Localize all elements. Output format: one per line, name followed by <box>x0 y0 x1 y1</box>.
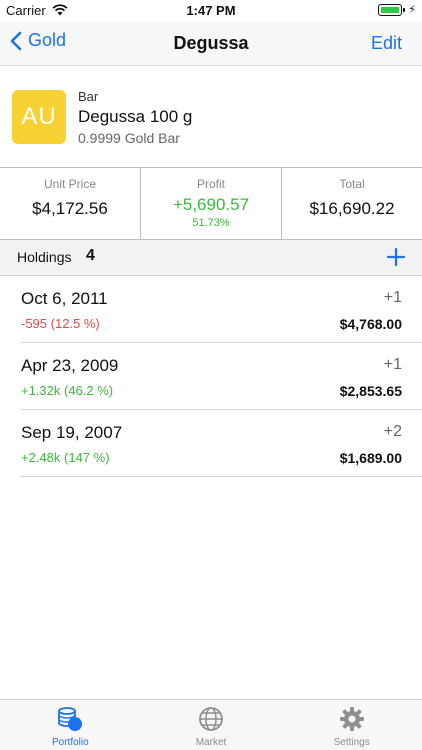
product-type: Bar <box>78 89 99 104</box>
tab-market-label: Market <box>195 737 227 748</box>
tab-portfolio[interactable]: Portfolio <box>0 700 141 750</box>
profit-percent: 51.73% <box>192 217 230 229</box>
unit-price-label: Unit Price <box>43 177 96 191</box>
holding-quantity: +2 <box>383 423 402 440</box>
holdings-header: Holdings 4 <box>0 240 422 276</box>
holding-change: +2.48k (147 %) <box>21 450 110 465</box>
total-value: $16,690.22 <box>309 199 395 218</box>
status-bar: Carrier 1:47 PM ⚡ <box>0 0 422 22</box>
profit-value: +5,690.57 <box>172 195 250 214</box>
edit-button[interactable]: Edit <box>371 33 402 54</box>
holdings-label: Holdings <box>17 249 72 265</box>
unit-price-cell: Unit Price $4,172.56 <box>0 168 140 239</box>
globe-icon <box>199 707 223 731</box>
tab-market[interactable]: Market <box>141 700 282 750</box>
holding-row[interactable]: Oct 6, 2011 -595 (12.5 %) +1 $4,768.00 <box>20 276 422 343</box>
holding-price: $2,853.65 <box>339 383 402 399</box>
gear-icon <box>339 707 364 731</box>
tab-settings-label: Settings <box>333 737 370 748</box>
holdings-count: 4 <box>86 247 95 264</box>
holding-price: $4,768.00 <box>339 316 402 332</box>
product-description: 0.9999 Gold Bar <box>78 130 180 146</box>
holding-date: Sep 19, 2007 <box>21 423 123 442</box>
metal-badge: AU <box>12 90 66 144</box>
unit-price-value: $4,172.56 <box>32 199 108 218</box>
page-title: Degussa <box>173 33 249 53</box>
holding-date: Apr 23, 2009 <box>21 356 119 375</box>
holding-price: $1,689.00 <box>339 450 402 466</box>
holding-row[interactable]: Apr 23, 2009 +1.32k (46.2 %) +1 $2,853.6… <box>20 343 422 410</box>
status-time: 1:47 PM <box>186 3 236 18</box>
add-holding-button[interactable] <box>386 247 406 267</box>
holding-change: -595 (12.5 %) <box>21 316 100 331</box>
navigation-bar: Gold Degussa Edit <box>0 22 422 66</box>
product-header: AU Bar Degussa 100 g 0.9999 Gold Bar <box>0 67 422 167</box>
profit-label: Profit <box>196 177 225 191</box>
holdings-list: Oct 6, 2011 -595 (12.5 %) +1 $4,768.00 A… <box>0 276 422 477</box>
total-cell: Total $16,690.22 <box>281 168 422 239</box>
coins-icon <box>58 707 83 731</box>
summary-panel: Unit Price $4,172.56 Profit +5,690.57 51… <box>0 167 422 240</box>
charging-icon: ⚡ <box>408 4 416 16</box>
holding-quantity: +1 <box>383 356 402 373</box>
tab-portfolio-label: Portfolio <box>51 737 89 748</box>
profit-cell: Profit +5,690.57 51.73% <box>140 168 281 239</box>
total-label: Total <box>339 177 365 191</box>
product-name: Degussa 100 g <box>78 107 193 126</box>
tab-settings[interactable]: Settings <box>281 700 422 750</box>
holding-change: +1.32k (46.2 %) <box>21 383 114 398</box>
holding-date: Oct 6, 2011 <box>21 289 108 308</box>
holding-quantity: +1 <box>383 289 402 306</box>
tab-bar: Portfolio Market Settings <box>0 699 422 750</box>
holding-row[interactable]: Sep 19, 2007 +2.48k (147 %) +2 $1,689.00 <box>20 410 422 477</box>
battery-icon <box>378 4 405 16</box>
